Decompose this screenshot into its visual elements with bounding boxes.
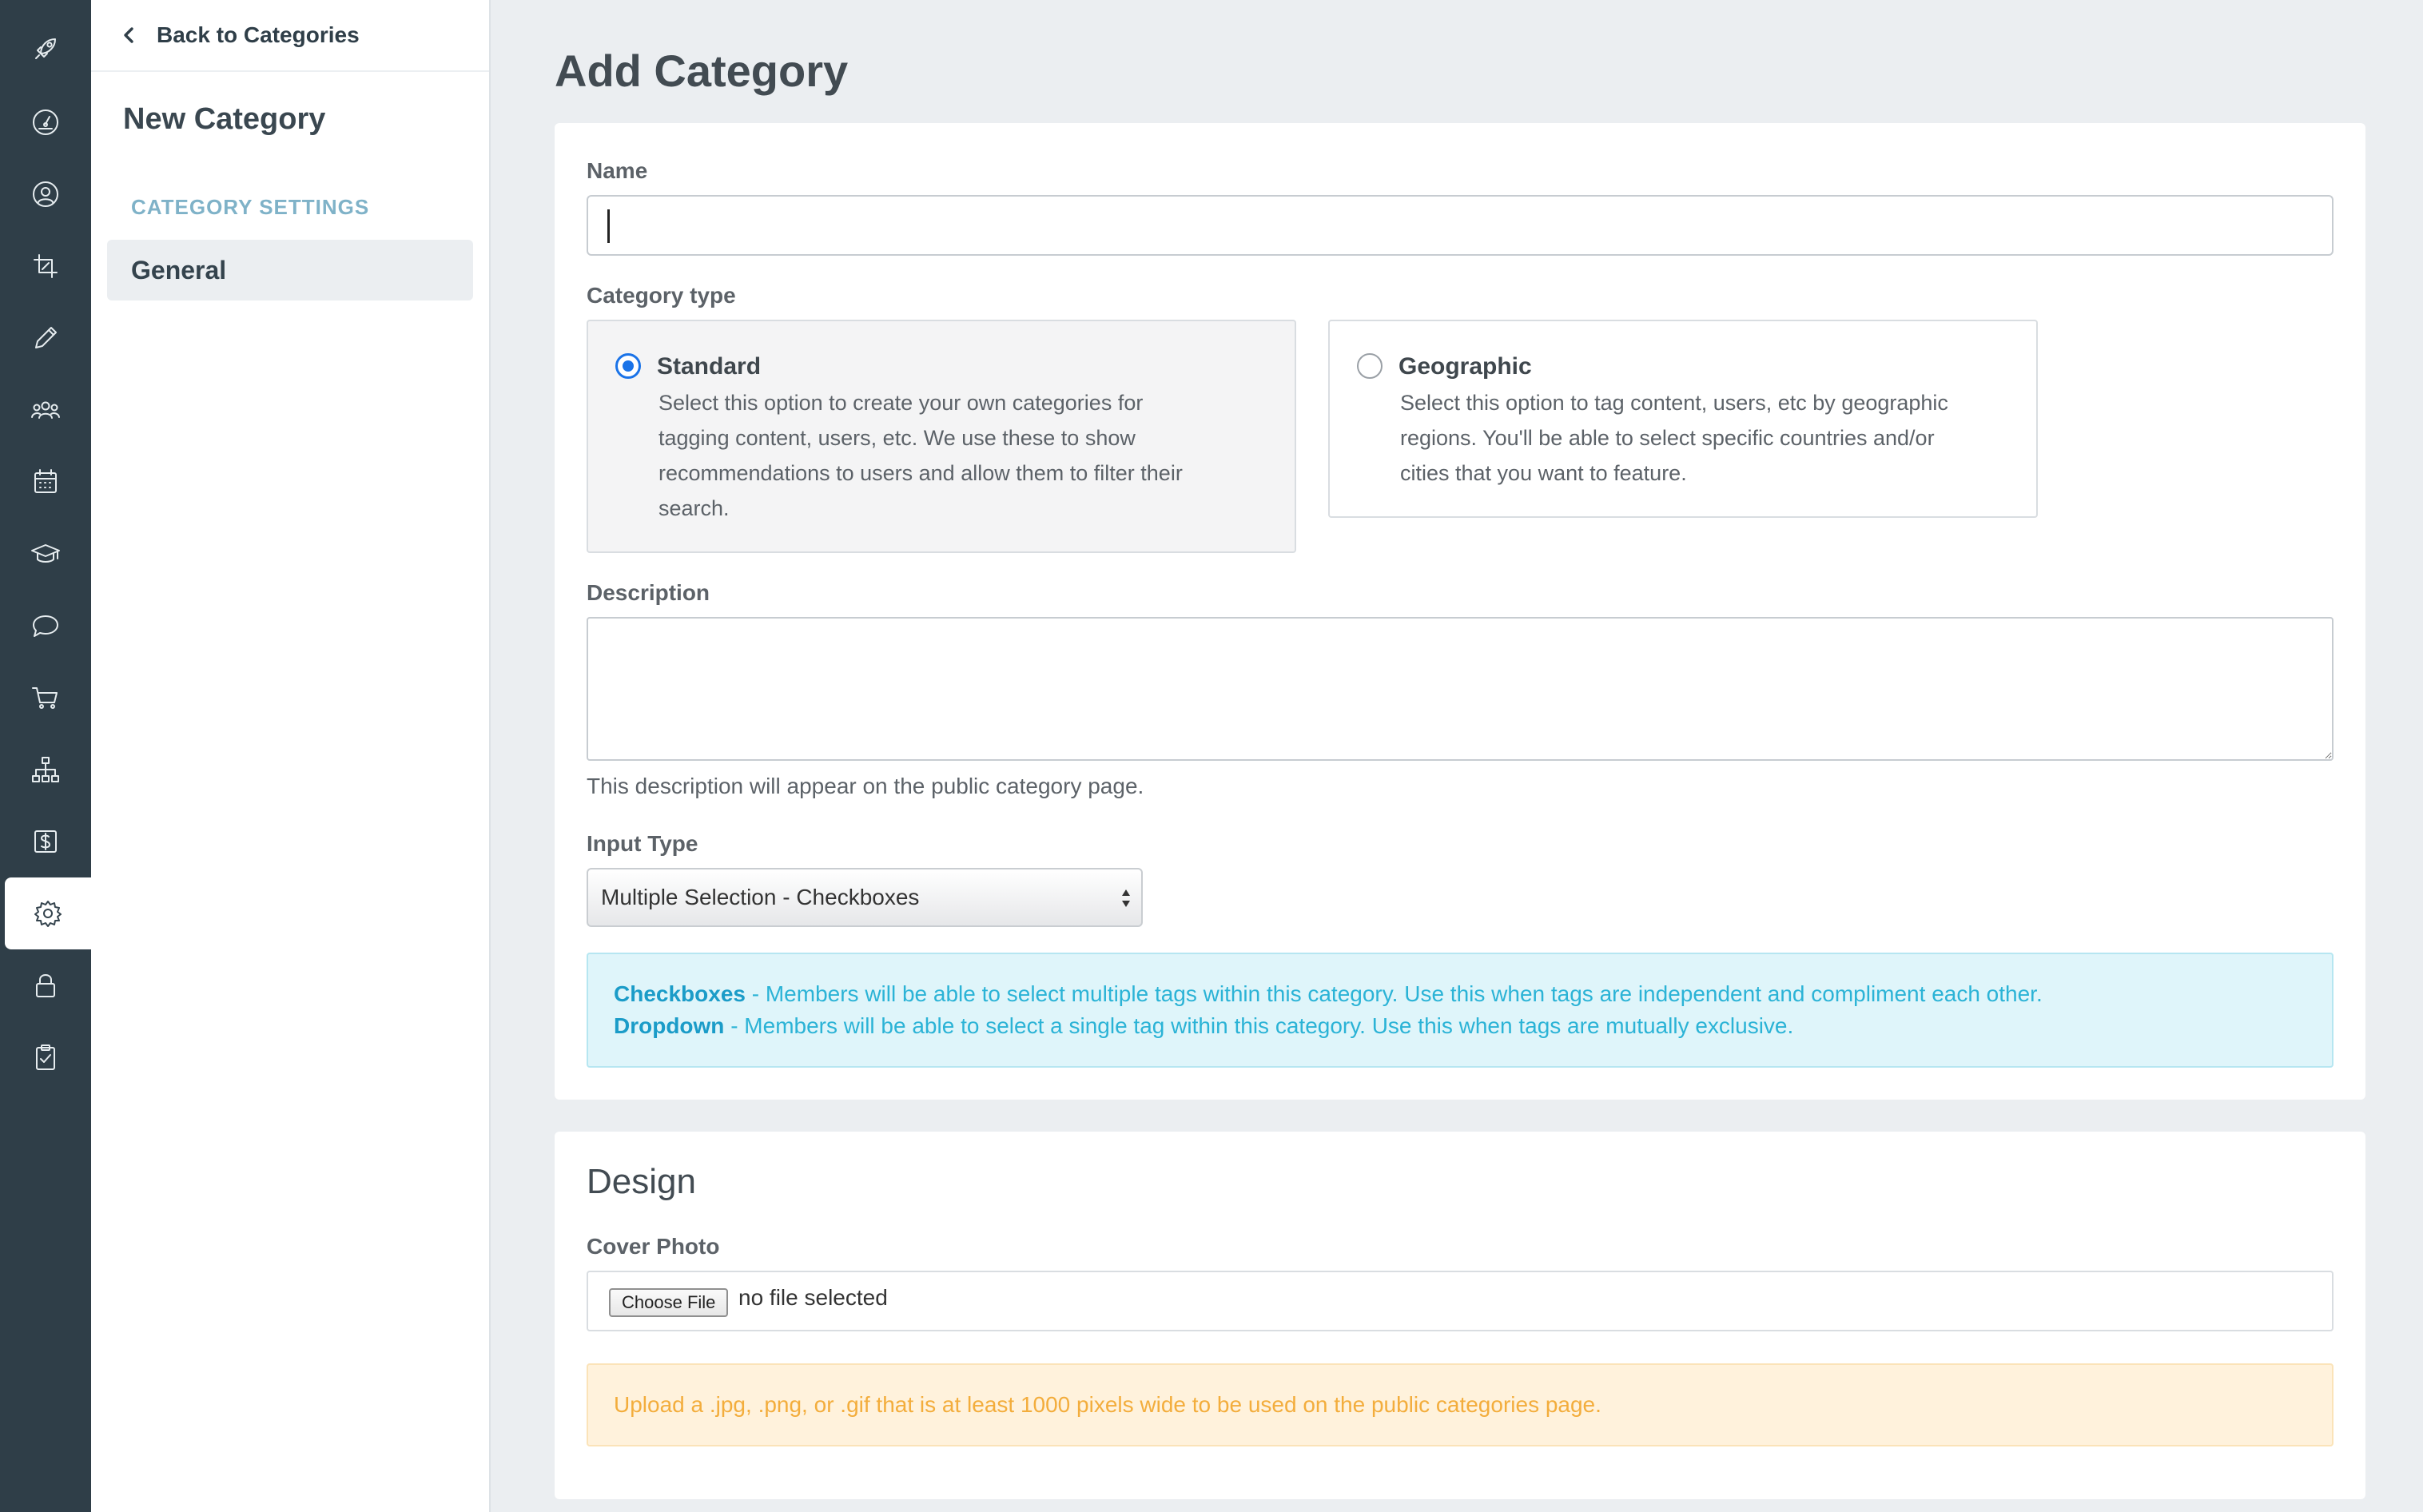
subnav-section-label: CATEGORY SETTINGS <box>131 195 370 219</box>
category-subnav: Back to Categories New Category CATEGORY… <box>91 0 491 1512</box>
app-icon-rail <box>0 0 91 1512</box>
upload-hint-alert: Upload a .jpg, .png, or .gif that is at … <box>587 1363 2333 1446</box>
rail-edit[interactable] <box>0 302 91 374</box>
dashboard-gauge-icon <box>33 109 58 135</box>
input-type-select[interactable]: Multiple Selection - Checkboxes <box>587 868 1143 927</box>
chevron-left-icon <box>120 26 139 45</box>
select-arrows-icon <box>1120 887 1132 909</box>
rail-users-profile[interactable] <box>0 158 91 230</box>
description-help-text: This description will appear on the publ… <box>587 774 1144 798</box>
dollar-icon <box>34 830 57 853</box>
standard-radio[interactable] <box>615 353 641 379</box>
page-title: Add Category <box>555 46 849 96</box>
category-form-card: Name Category type Standard Select this … <box>555 123 2365 1100</box>
design-card: Design Cover Photo Choose File no file s… <box>555 1132 2365 1499</box>
choose-file-button[interactable]: Choose File <box>609 1288 729 1317</box>
pencil-icon <box>35 327 57 348</box>
rocket-icon <box>35 38 56 59</box>
upload-hint-text: Upload a .jpg, .png, or .gif that is at … <box>614 1392 1601 1417</box>
rail-courses[interactable] <box>0 518 91 590</box>
category-type-label: Category type <box>587 283 736 308</box>
subnav-title: New Category <box>123 102 326 136</box>
user-circle-icon <box>33 181 58 207</box>
back-to-categories-link[interactable]: Back to Categories <box>91 0 489 72</box>
rail-store[interactable] <box>0 662 91 734</box>
type-option-standard[interactable]: Standard Select this option to create yo… <box>587 320 1296 553</box>
rail-groups[interactable] <box>0 374 91 446</box>
text-caret <box>607 209 610 243</box>
clipboard-check-icon <box>36 1044 55 1070</box>
calendar-icon <box>34 469 57 493</box>
geographic-description: Select this option to tag content, users… <box>1400 391 1948 485</box>
shopping-cart-icon <box>32 687 58 709</box>
rail-crop[interactable] <box>0 230 91 302</box>
crop-icon <box>34 254 58 278</box>
cover-photo-label: Cover Photo <box>587 1234 720 1259</box>
rail-hierarchy[interactable] <box>0 734 91 806</box>
file-status-text: no file selected <box>738 1285 888 1310</box>
graduation-cap-icon <box>31 544 60 563</box>
rail-calendar[interactable] <box>0 446 91 518</box>
rail-security[interactable] <box>0 949 91 1021</box>
checkboxes-info: Checkboxes - Members will be able to sel… <box>614 981 2043 1006</box>
geographic-radio[interactable] <box>1357 353 1383 379</box>
design-heading: Design <box>587 1162 696 1201</box>
input-type-value: Multiple Selection - Checkboxes <box>601 885 920 909</box>
standard-description: Select this option to create your own ca… <box>658 391 1183 520</box>
rail-payments[interactable] <box>0 806 91 877</box>
rail-messages[interactable] <box>0 590 91 662</box>
users-group-icon <box>31 401 60 419</box>
subnav-item-general[interactable]: General <box>107 240 473 300</box>
geographic-title: Geographic <box>1398 353 1532 380</box>
rail-dashboard[interactable] <box>0 86 91 158</box>
subnav-item-label: General <box>131 255 227 284</box>
org-chart-icon <box>32 757 59 782</box>
input-type-label: Input Type <box>587 831 698 856</box>
name-label: Name <box>587 158 648 183</box>
rail-rocket[interactable] <box>0 13 91 85</box>
standard-title: Standard <box>657 353 762 380</box>
rail-tasks[interactable] <box>0 1021 91 1093</box>
name-input[interactable] <box>587 195 2333 256</box>
chat-bubble-icon <box>33 615 58 637</box>
description-textarea[interactable] <box>587 617 2333 761</box>
input-type-info-alert: Checkboxes - Members will be able to sel… <box>587 953 2333 1068</box>
rail-settings[interactable] <box>5 877 91 949</box>
lock-icon <box>36 974 55 997</box>
description-label: Description <box>587 580 710 605</box>
type-option-geographic[interactable]: Geographic Select this option to tag con… <box>1328 320 2038 518</box>
back-link-label: Back to Categories <box>157 22 360 47</box>
dropdown-info: Dropdown - Members will be able to selec… <box>614 1013 1794 1038</box>
gear-icon <box>34 901 62 927</box>
cover-photo-file-input[interactable]: Choose File no file selected <box>587 1271 2333 1331</box>
